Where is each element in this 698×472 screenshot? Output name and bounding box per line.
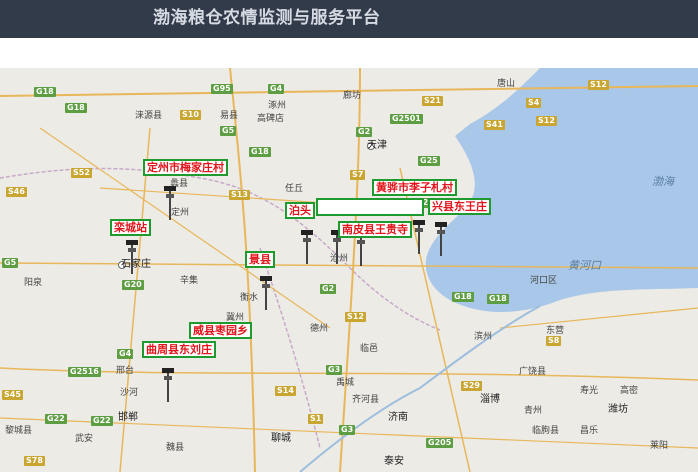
station-label[interactable]: 南皮县王贵寺 xyxy=(338,221,412,238)
place-label: 武安 xyxy=(75,434,94,444)
road-shield: G2 xyxy=(356,127,373,137)
place-label: 河口区 xyxy=(530,276,558,286)
place-label: 泰安 xyxy=(384,456,404,467)
place-label: 易县 xyxy=(220,111,239,121)
place-label: 禹城 xyxy=(336,378,355,388)
place-label: 魏县 xyxy=(166,443,185,453)
road-shield: S4 xyxy=(526,98,542,108)
bohai-sea xyxy=(425,68,698,312)
place-label: 济南 xyxy=(388,412,408,423)
road-shield: G205 xyxy=(426,438,454,448)
station-marker-icon[interactable] xyxy=(159,366,177,402)
page-title: 渤海粮仓农情监测与服务平台 xyxy=(153,8,381,28)
place-label: 临邑 xyxy=(360,344,379,354)
toolbar-spacer xyxy=(0,38,698,68)
road-shield: G18 xyxy=(487,294,509,304)
station-label[interactable]: 黄骅市李子札村 xyxy=(372,179,457,196)
road-shield: S41 xyxy=(484,120,505,130)
road-shield: G3 xyxy=(339,425,356,435)
place-label: 唐山 xyxy=(497,79,516,89)
place-label: 任丘 xyxy=(285,184,304,194)
road-shield: S29 xyxy=(461,381,482,391)
place-label: 广饶县 xyxy=(519,367,547,377)
road-shield: S10 xyxy=(180,110,201,120)
road-shield: S7 xyxy=(350,170,366,180)
place-label: 昌乐 xyxy=(580,426,599,436)
station-marker-icon[interactable] xyxy=(432,220,450,256)
road-shield: G18 xyxy=(452,292,474,302)
place-label: 寿光 xyxy=(580,386,599,396)
station-marker-icon[interactable] xyxy=(161,184,179,220)
place-label: 德州 xyxy=(310,324,329,334)
app-header: 渤海粮仓农情监测与服务平台 xyxy=(0,0,698,38)
yellow-river xyxy=(299,305,541,472)
road-shield: S12 xyxy=(536,116,557,126)
place-label: 高碑店 xyxy=(257,114,285,124)
road-shield: G18 xyxy=(34,87,56,97)
place-label: 临朐县 xyxy=(532,426,560,436)
road-shield: G2 xyxy=(320,284,337,294)
place-label: 廊坊 xyxy=(343,91,362,101)
place-label: 沙河 xyxy=(120,388,139,398)
road-shield: G4 xyxy=(268,84,285,94)
road-shield: S21 xyxy=(422,96,443,106)
road xyxy=(39,127,331,329)
road-shield: S8 xyxy=(546,336,562,346)
station-label[interactable]: 威县枣园乡 xyxy=(189,322,252,339)
road-shield: S46 xyxy=(6,187,27,197)
station-label-stack[interactable] xyxy=(316,198,424,216)
place-label: 天津 xyxy=(367,140,387,151)
road-shield: G5 xyxy=(220,126,237,136)
place-label: 淄博 xyxy=(480,394,500,405)
road-shield: G3 xyxy=(326,365,343,375)
place-label: 辛集 xyxy=(180,276,199,286)
road-shield: S1 xyxy=(308,414,324,424)
road-shield: G2516 xyxy=(68,367,101,377)
road-shield: G25 xyxy=(418,156,440,166)
place-label: 齐河县 xyxy=(352,395,380,405)
station-label[interactable]: 泊头 xyxy=(285,202,315,219)
place-label: 潍坊 xyxy=(608,404,628,415)
road-shield: S12 xyxy=(588,80,609,90)
station-label[interactable]: 景县 xyxy=(245,251,275,268)
station-label[interactable]: 曲周县东刘庄 xyxy=(142,341,216,358)
road-shield: G2501 xyxy=(390,114,423,124)
place-label: 青州 xyxy=(524,406,543,416)
road-shield: S45 xyxy=(2,390,23,400)
place-label: 邢台 xyxy=(116,366,135,376)
road-shield: G22 xyxy=(45,414,67,424)
road-shield: S13 xyxy=(229,190,250,200)
station-marker-icon[interactable] xyxy=(257,274,275,310)
road-shield: G4 xyxy=(117,349,134,359)
road-shield: S52 xyxy=(71,168,92,178)
road-shield: G18 xyxy=(249,147,271,157)
sea-label: 渤海 xyxy=(652,175,674,188)
road-shield: G5 xyxy=(2,258,19,268)
road-shield: G95 xyxy=(211,84,233,94)
road-shield: G20 xyxy=(122,280,144,290)
station-marker-icon[interactable] xyxy=(123,238,141,274)
road-shield: G22 xyxy=(91,416,113,426)
road-shield: S12 xyxy=(345,312,366,322)
place-label: 邯郸 xyxy=(118,412,138,423)
place-label: 滨州 xyxy=(474,332,493,342)
road-shield: S14 xyxy=(275,386,296,396)
station-marker-icon[interactable] xyxy=(410,218,428,254)
place-label: 衡水 xyxy=(240,293,259,303)
place-label: 高密 xyxy=(620,386,639,396)
station-label[interactable]: 兴县东王庄 xyxy=(428,198,491,215)
place-label: 阳泉 xyxy=(24,278,43,288)
road-shield: S78 xyxy=(24,456,45,466)
place-label: 聊城 xyxy=(271,433,291,444)
station-label[interactable]: 定州市梅家庄村 xyxy=(143,159,228,176)
station-label[interactable]: 栾城站 xyxy=(110,219,151,236)
place-label: 莱阳 xyxy=(650,441,669,451)
map-view[interactable]: 渤海 黄河口 天津 唐山 廊坊 涿州 高碑店 涞源县 易县 任丘 定州 蠡县 石… xyxy=(0,68,698,472)
station-marker-icon[interactable] xyxy=(298,228,316,264)
place-label: 黎城县 xyxy=(5,426,33,436)
place-label: 涞源县 xyxy=(135,111,163,121)
place-label: 涿州 xyxy=(268,101,287,111)
river-label: 黄河口 xyxy=(568,259,601,272)
road-shield: G18 xyxy=(65,103,87,113)
